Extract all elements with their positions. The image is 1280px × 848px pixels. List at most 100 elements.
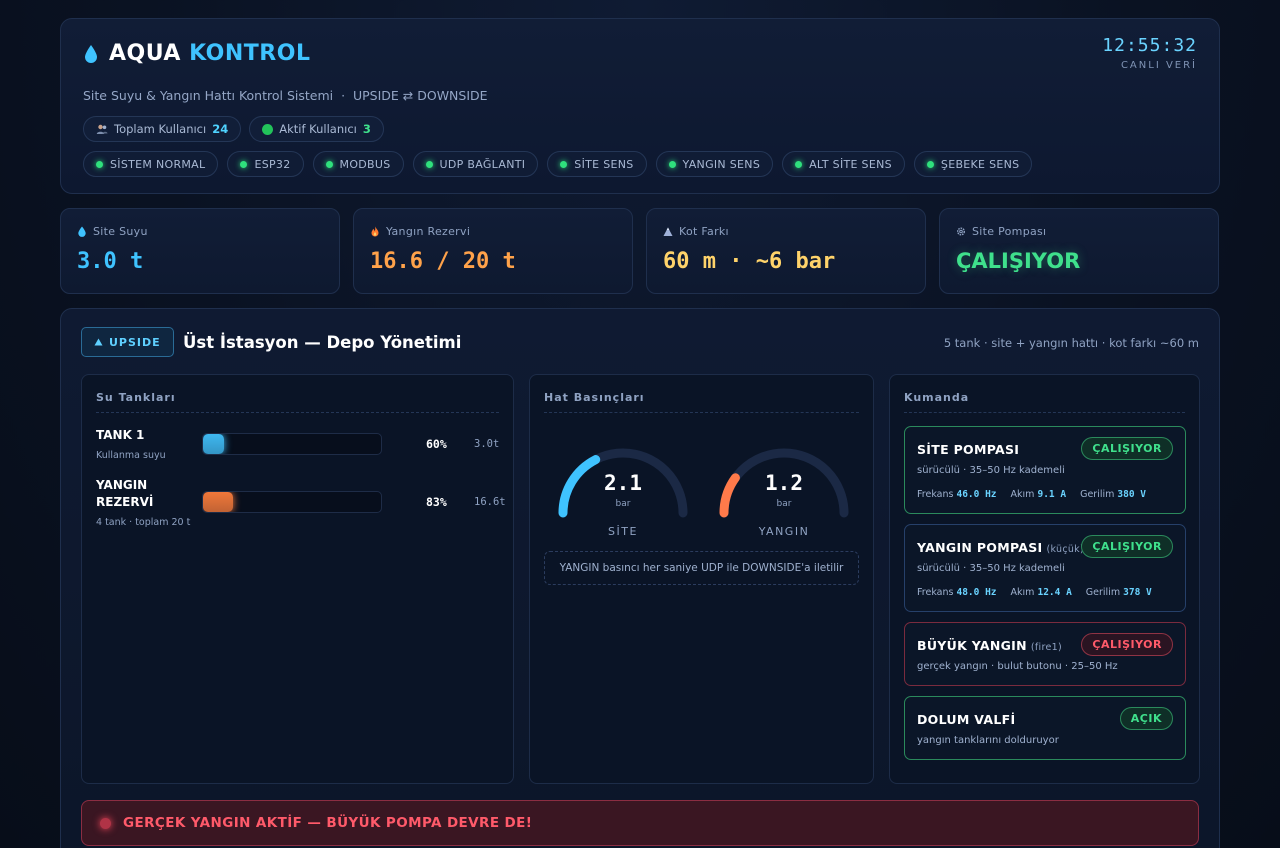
clock-label: CANLI VERİ bbox=[1120, 60, 1197, 71]
status-dot-icon bbox=[560, 160, 568, 168]
brand-title: AQUA KONTROL bbox=[109, 41, 310, 66]
tank-level-bar bbox=[202, 491, 382, 513]
stat-elevation: Kot Farkı 60 m · ~6 bar bbox=[646, 208, 926, 294]
brand-accent: KONTROL bbox=[189, 41, 311, 66]
stat-label-text: Site Pompası bbox=[972, 225, 1047, 238]
status-label: SİSTEM NORMAL bbox=[110, 157, 206, 171]
status-chip-fire-sens: YANGIN SENS bbox=[655, 151, 774, 177]
fire-pump-status-button[interactable]: ÇALIŞIYOR bbox=[1081, 535, 1173, 558]
active-users-chip: Aktif Kullanıcı 3 bbox=[249, 116, 384, 142]
stat-site-water: Site Suyu 3.0 t bbox=[60, 208, 340, 294]
stat-label: Kot Farkı bbox=[663, 225, 729, 238]
tank-tonnage: 16.6t bbox=[474, 496, 506, 508]
pressures-title: Hat Basınçları bbox=[544, 391, 859, 413]
tank-sub: 4 tank · toplam 20 t bbox=[96, 517, 191, 528]
stat-value: 3.0 t bbox=[77, 249, 144, 274]
metric-voltage: Gerilim 378 V bbox=[1085, 587, 1152, 598]
users-icon bbox=[96, 124, 108, 134]
fire-pump-metrics: Frekans 48.0 Hz Akım 12.4 A Gerilim 378 … bbox=[917, 587, 1152, 598]
status-dot-icon bbox=[926, 160, 934, 168]
total-users-chip: Toplam Kullanıcı 24 bbox=[83, 116, 242, 142]
status-dot-icon bbox=[325, 160, 333, 168]
tank-sub: Kullanma suyu bbox=[96, 450, 166, 461]
status-label: ESP32 bbox=[254, 157, 291, 171]
upside-badge: UPSIDE bbox=[81, 327, 174, 357]
alarm-text: GERÇEK YANGIN AKTİF — BÜYÜK POMPA DEVRE … bbox=[123, 815, 533, 831]
user-chips: Toplam Kullanıcı 24 Aktif Kullanıcı 3 bbox=[83, 116, 384, 142]
total-users-value: 24 bbox=[212, 122, 229, 136]
tanks-card: Su Tankları TANK 1 Kullanma suyu 60% 3.0… bbox=[81, 374, 514, 784]
gauge-unit: bar bbox=[776, 499, 792, 509]
water-drop-icon bbox=[78, 226, 86, 237]
tanks-title: Su Tankları bbox=[96, 391, 499, 413]
fire-pump-title: YANGIN POMPASI (küçük) bbox=[917, 540, 1084, 555]
stat-label-text: Yangın Rezervi bbox=[386, 225, 471, 238]
fire-pressure-gauge: 1.2 bar YANGIN bbox=[714, 441, 854, 541]
upside-panel: UPSIDE Üst İstasyon — Depo Yönetimi 5 ta… bbox=[60, 308, 1220, 848]
status-chip-site-sens: SİTE SENS bbox=[547, 151, 647, 177]
status-dot-icon bbox=[96, 160, 103, 168]
gauge-unit: bar bbox=[615, 499, 631, 509]
fire-pump-desc: sürücülü · 35–50 Hz kademeli bbox=[917, 563, 1065, 574]
big-fire-control[interactable]: BÜYÜK YANGIN (fire1) ÇALIŞIYOR gerçek yan… bbox=[904, 622, 1186, 686]
water-drop-icon bbox=[85, 44, 97, 63]
site-pump-control[interactable]: SİTE POMPASI ÇALIŞIYOR sürücülü · 35–50 … bbox=[904, 426, 1186, 514]
online-dot-icon bbox=[262, 123, 274, 135]
panel-meta: 5 tank · site + yangın hattı · kot farkı… bbox=[943, 336, 1199, 350]
triangle-up-icon bbox=[94, 338, 103, 346]
header-card: AQUA KONTROL Site Suyu & Yangın Hattı Ko… bbox=[60, 18, 1220, 194]
fill-valve-desc: yangın tanklarını dolduruyor bbox=[917, 735, 1059, 746]
tank-percent: 60% bbox=[426, 437, 447, 451]
big-fire-status-button[interactable]: ÇALIŞIYOR bbox=[1081, 633, 1173, 656]
fire-icon bbox=[371, 226, 379, 237]
brand: AQUA KONTROL bbox=[83, 41, 310, 66]
big-fire-desc: gerçek yangın · bulut butonu · 25–50 Hz bbox=[917, 661, 1118, 672]
stat-fire-reserve: Yangın Rezervi 16.6 / 20 t bbox=[353, 208, 633, 294]
gauge-value: 1.2 bbox=[765, 471, 803, 495]
commands-card: Kumanda SİTE POMPASI ÇALIŞIYOR sürücülü … bbox=[889, 374, 1200, 784]
gauge-name: YANGIN bbox=[758, 525, 810, 538]
status-chip-lower-site-sens: ALT SİTE SENS bbox=[782, 151, 905, 177]
tank-percent: 83% bbox=[426, 495, 447, 509]
status-label: MODBUS bbox=[339, 157, 391, 171]
tank-tonnage: 3.0t bbox=[474, 438, 500, 450]
panel-title: Üst İstasyon — Depo Yönetimi bbox=[183, 333, 462, 352]
status-chip-udp: UDP BAĞLANTI bbox=[412, 151, 539, 177]
site-pump-metrics: Frekans 46.0 Hz Akım 9.1 A Gerilim 380 V bbox=[917, 489, 1146, 500]
metric-voltage: Gerilim 380 V bbox=[1080, 489, 1147, 500]
pressures-card: Hat Basınçları 2.1 bar SİTE 1.2 bar YANG… bbox=[529, 374, 874, 784]
alarm-dot-icon bbox=[100, 817, 111, 829]
total-users-label: Toplam Kullanıcı bbox=[114, 122, 207, 136]
stat-label: Site Pompası bbox=[956, 225, 1046, 238]
stat-value: 16.6 / 20 t bbox=[370, 249, 516, 274]
stat-label: Site Suyu bbox=[77, 225, 148, 238]
status-label: SİTE SENS bbox=[574, 157, 634, 171]
site-pump-status-button[interactable]: ÇALIŞIYOR bbox=[1081, 437, 1173, 460]
active-users-label: Aktif Kullanıcı bbox=[279, 122, 357, 136]
status-label: YANGIN SENS bbox=[682, 157, 761, 171]
status-dot-icon bbox=[240, 160, 248, 168]
metric-frequency: Frekans 46.0 Hz bbox=[917, 489, 997, 500]
big-fire-title: BÜYÜK YANGIN (fire1) bbox=[917, 638, 1062, 653]
gauge-name: SİTE bbox=[608, 525, 638, 538]
fill-valve-control[interactable]: DOLUM VALFİ AÇIK yangın tanklarını doldu… bbox=[904, 696, 1186, 760]
fill-valve-status-button[interactable]: AÇIK bbox=[1119, 707, 1173, 730]
clock: 12:55:32 CANLI VERİ bbox=[1102, 35, 1197, 71]
stat-site-pump: Site Pompası ÇALIŞIYOR bbox=[939, 208, 1219, 294]
brand-main: AQUA bbox=[109, 41, 181, 66]
status-dot-icon bbox=[668, 160, 676, 168]
clock-time: 12:55:32 bbox=[1102, 35, 1197, 56]
status-chips: SİSTEM NORMAL ESP32 MODBUS UDP BAĞLANTI … bbox=[83, 151, 1033, 177]
fill-valve-title: DOLUM VALFİ bbox=[917, 712, 1016, 727]
stat-label-text: Kot Farkı bbox=[679, 225, 729, 238]
mountain-icon bbox=[663, 227, 673, 236]
status-chip-grid-sens: ŞEBEKE SENS bbox=[913, 151, 1033, 177]
metric-current: Akım 12.4 A bbox=[1010, 587, 1072, 598]
udp-note: YANGIN basıncı her saniye UDP ile DOWNSI… bbox=[544, 551, 859, 585]
status-label: ŞEBEKE SENS bbox=[940, 157, 1020, 171]
stat-value: ÇALIŞIYOR bbox=[956, 249, 1081, 273]
tank-level-fill bbox=[203, 492, 233, 512]
tank-name: TANK 1 bbox=[96, 428, 145, 442]
fire-pump-control[interactable]: YANGIN POMPASI (küçük) ÇALIŞIYOR sürücülü… bbox=[904, 524, 1186, 612]
gauge-value: 2.1 bbox=[604, 471, 642, 495]
